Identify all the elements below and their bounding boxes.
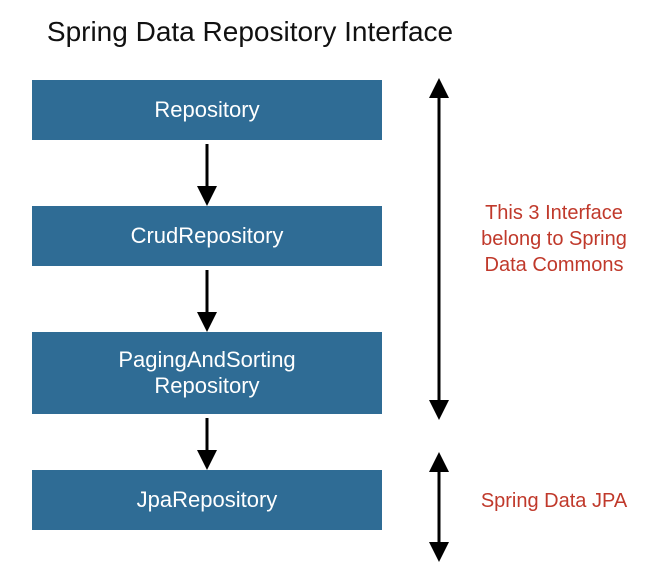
paging-line-2: Repository: [154, 373, 259, 398]
box-repository-label: Repository: [154, 97, 259, 123]
diagram-title: Spring Data Repository Interface: [0, 16, 500, 48]
annotation-commons-line-2: belong to Spring: [481, 228, 627, 250]
annotation-spring-data-commons: This 3 Interface belong to Spring Data C…: [470, 200, 638, 278]
box-jpa-repository: JpaRepository: [32, 470, 382, 530]
box-paging-sorting-repository: PagingAndSorting Repository: [32, 332, 382, 414]
annotation-commons-line-1: This 3 Interface: [485, 202, 623, 224]
annotation-spring-data-jpa: Spring Data JPA: [470, 488, 638, 514]
box-crud-repository-label: CrudRepository: [131, 223, 284, 249]
annotation-commons-line-3: Data Commons: [485, 254, 624, 276]
box-paging-sorting-label: PagingAndSorting Repository: [118, 347, 295, 400]
arrow-repo-to-crud: [190, 140, 224, 208]
arrow-crud-to-paging: [190, 266, 224, 334]
bracket-arrow-jpa: [422, 448, 456, 566]
box-jpa-repository-label: JpaRepository: [137, 487, 278, 513]
bracket-arrow-commons: [422, 74, 456, 424]
arrow-paging-to-jpa: [190, 414, 224, 472]
box-crud-repository: CrudRepository: [32, 206, 382, 266]
paging-line-1: PagingAndSorting: [118, 347, 295, 372]
diagram-root: Spring Data Repository Interface Reposit…: [0, 0, 650, 576]
box-repository: Repository: [32, 80, 382, 140]
